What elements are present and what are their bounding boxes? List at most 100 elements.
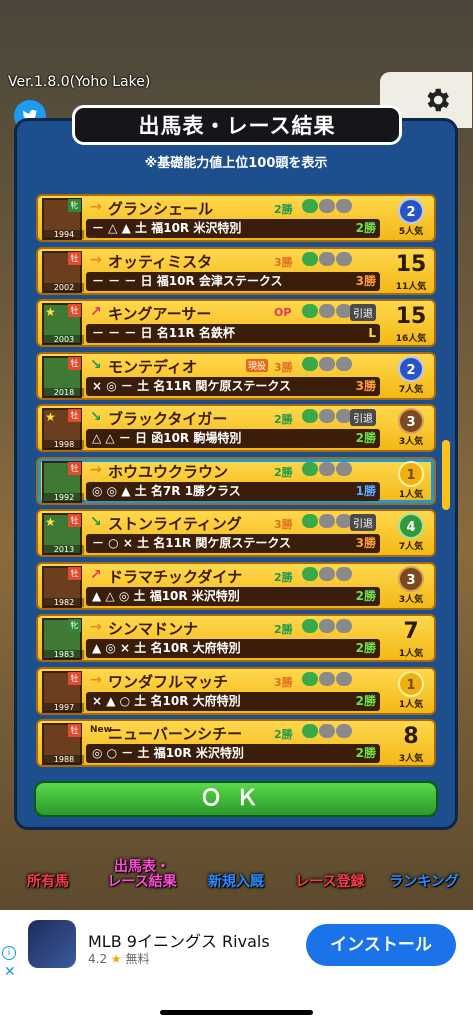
class-grade: 3勝 [274,675,293,689]
horse-row[interactable]: 牡 1988 New ニューバーンシチー 2勝 ◎ ○ － 土 福10R 米沢特別 2勝 8 3… [36,719,436,767]
ad-close-icon[interactable]: ✕ [4,964,16,980]
finish-position: 15 [395,304,427,329]
popularity: 3人気 [398,437,424,447]
horse-avatar: ★ 牡 1998 [42,408,84,450]
ad-info-icon[interactable]: i [2,946,16,960]
race-info: × ▲ ○ 土 名10R 大府特別 2勝 [86,691,380,711]
ad-banner[interactable]: i ✕ MLB 9イニングス Rivals 4.2 ★ 無料 インストール [0,910,473,986]
horse-row[interactable]: 牡 1992 → ホウユウクラウン 2勝 ◎ ◎ ▲ 土 名7R 1勝クラス 1勝 1 1人気 [36,456,436,505]
condition-icon [302,461,318,476]
birth-year: 2018 [44,387,84,397]
finish-medal-icon: 1 [398,460,424,487]
nav-item[interactable]: レース登録 [284,828,376,908]
nav-label: 出馬表・ レース結果 [107,859,177,890]
horse-name: ストンライティング [108,515,242,533]
horse-row[interactable]: 牝 1994 → グランシェール 2勝－ △ ▲ 土 福10R 米沢特別 2勝 2 5人気 [36,194,436,242]
class-grade: 3勝 [274,360,293,374]
race-day: 日 [140,273,153,288]
popularity: 1人気 [398,649,424,659]
race-info: ▲ △ ◎ 土 福10R 米沢特別 2勝 [86,586,380,606]
ad-title: MLB 9イニングス Rivals [88,932,270,951]
ad-app-icon[interactable] [28,920,76,968]
horse-name: シンマドンナ [108,620,199,638]
finish-result: 2 5人気 [388,198,434,242]
finish-medal-icon: 3 [398,565,424,592]
birth-year: 2013 [44,545,84,554]
horse-row[interactable]: ★ 牡 1998 ↘ ブラックタイガー 2勝 引退 △ △ － 日 函10R 駒場特別 2勝 3 3… [36,404,436,452]
race-name: 名7R 1勝クラス [150,483,241,498]
nav-item[interactable]: 出馬表・ レース結果 [96,828,188,908]
birth-year: 1988 [44,755,84,764]
class-grade: 2勝 [274,623,293,636]
home-bar-area [0,986,473,1024]
condition-icon [336,251,352,266]
horse-row[interactable]: 牡 1982 ↗ ドラマチックダイナ 2勝 ▲ △ ◎ 土 福10R 米沢特別 2勝 3 3人気 [36,561,436,610]
finish-medal-icon: 3 [398,408,424,434]
horse-list[interactable]: 牝 1994 → グランシェール 2勝－ △ ▲ 土 福10R 米沢特別 2勝 2 5人気牡 2… [36,184,436,774]
popularity: 1人気 [398,489,424,500]
horse-row[interactable]: 牡 2002 → オッティミスタ 3勝－ － － 日 福10R 会津ステークス 3勝 15 1… [36,246,436,295]
race-name: 福10R 米沢特別 [149,588,240,603]
horse-row[interactable]: 牝 1983 → シンマドンナ 2勝 ▲ ◎ × 土 名10R 大府特別 2勝 7 1人気 [36,614,436,662]
nav-label: レース登録 [295,874,365,890]
race-name: 福10R 米沢特別 [153,746,244,760]
home-indicator[interactable] [160,1010,313,1015]
prediction-marks: ◎ ○ － [92,746,134,760]
condition-icon [336,461,352,476]
birth-year: 1994 [44,230,84,239]
nav-label: 所有馬 [27,874,69,890]
ok-button[interactable]: ＯＫ [34,781,438,817]
race-day: 日 [135,431,148,445]
horse-row[interactable]: 牡 1997 → ワンダフルマッチ 3勝 × ▲ ○ 土 名10R 大府特別 2勝 1 1人気 [36,666,436,715]
list-scrollbar[interactable] [442,440,450,510]
race-day: 土 [134,483,147,498]
finish-result: 15 11人気 [388,251,434,295]
race-class: 2勝 [355,431,376,445]
race-info: ◎ ○ － 土 福10R 米沢特別 2勝 [86,744,380,763]
finish-result: 2 7人気 [388,355,434,400]
condition-icon [319,566,335,581]
condition-icon [336,671,352,686]
birth-year: 1983 [44,650,84,659]
condition-icon [319,461,335,476]
prediction-marks: ▲ ◎ × [92,641,131,655]
nav-item[interactable]: 所有馬 [2,828,94,908]
race-info: ▲ ◎ × 土 名10R 大府特別 2勝 [86,639,380,658]
condition-icons [302,304,352,318]
horse-avatar: ★ 牡 2013 [42,513,84,555]
install-button[interactable]: インストール [306,924,456,966]
version-label: Ver.1.8.0(Yoho Lake) [8,74,151,90]
retired-badge: 引退 [350,409,376,426]
birth-year: 1992 [44,492,84,502]
condition-icon [302,409,318,423]
horse-name: ドラマチックダイナ [108,567,243,586]
condition-icons [302,356,352,371]
race-day: 土 [137,378,150,393]
star-icon: ★ [110,952,122,966]
race-info: ◎ ◎ ▲ 土 名7R 1勝クラス 1勝 [86,481,380,501]
horse-avatar: 牡 2002 [42,250,84,293]
ad-rating-value: 4.2 [88,952,108,966]
condition-icon [336,724,352,738]
nav-item[interactable]: 新規入厩 [190,828,282,908]
condition-icon [319,409,335,423]
prediction-marks: － ○ × [92,536,133,550]
sex-badge: 牡 [68,409,81,422]
condition-icon [302,514,318,528]
retired-badge: 引退 [350,304,376,321]
sex-badge: 牡 [68,671,81,685]
horse-row[interactable]: ★ 牡 2013 ↘ ストンライティング 3勝 引退 － ○ × 土 名11R 関ケ原ステーク… [36,509,436,557]
race-class: L [368,326,376,340]
finish-result: 15 16人気 [388,303,434,347]
retired-badge: 引退 [350,514,376,531]
birth-year: 1997 [44,702,84,712]
horse-row[interactable]: ★ 牡 2003 ↗ キングアーサー OP 引退 － － － 日 名11R 名鉄杯 L 15 16人… [36,299,436,347]
horse-row[interactable]: 牡 2018 ↘ モンテディオ 現役 3勝 × ◎ － 土 名11R 関ケ原ステークス 3勝 2… [36,351,436,400]
race-name: 名11R 関ケ原ステークス [153,536,292,550]
horse-avatar: ★ 牡 2003 [42,303,84,345]
class-grade: 2勝 [274,570,293,584]
sex-badge: 牡 [68,461,81,475]
star-icon: ★ [45,305,56,319]
nav-item[interactable]: ランキング [378,828,470,908]
birth-year: 1982 [44,597,84,607]
